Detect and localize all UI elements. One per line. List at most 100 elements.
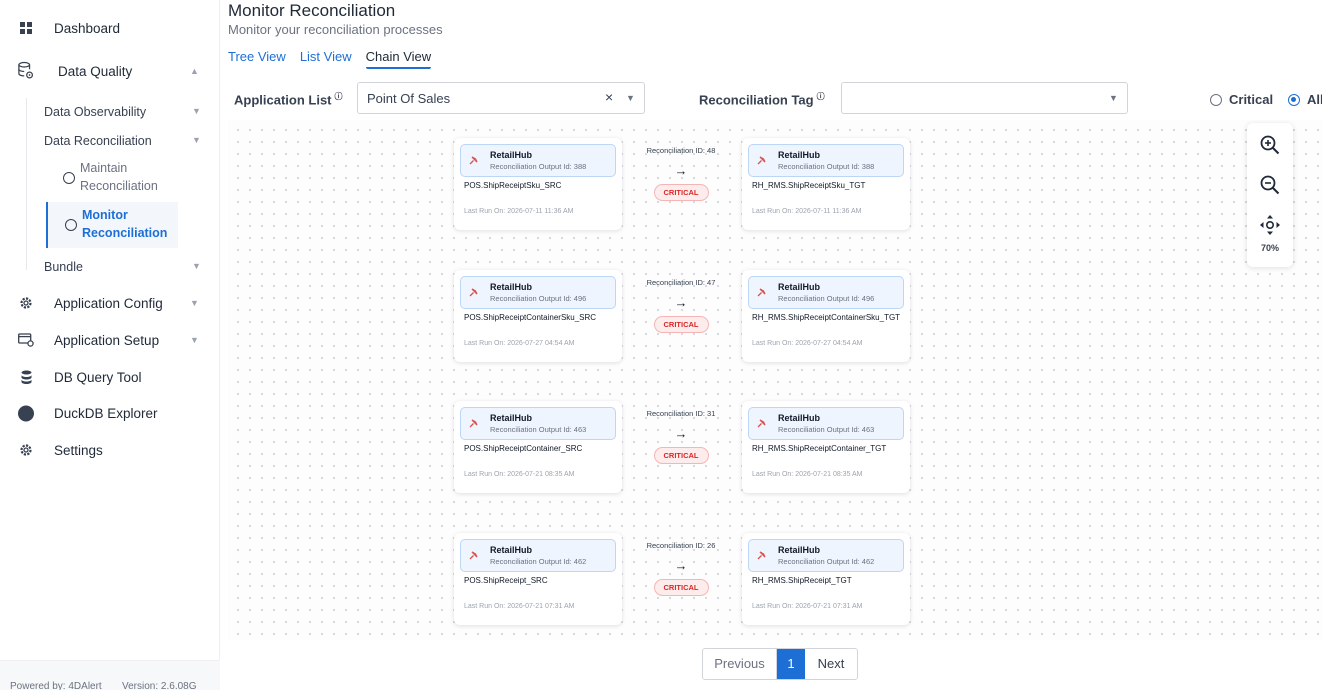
node-output-id: Reconciliation Output Id: 388: [778, 162, 875, 171]
sidebar-item-bundle[interactable]: Bundle ▼: [44, 260, 201, 274]
reconciliation-link: Reconciliation ID: 47 → CRITICAL: [621, 278, 741, 333]
powered-by: Powered by: 4DAlert: [10, 681, 102, 690]
sidebar-item-maintain-reconciliation[interactable]: Maintain Reconciliation: [46, 155, 178, 201]
node-app-name: RetailHub: [490, 413, 533, 423]
target-node-card[interactable]: RetailHub Reconciliation Output Id: 463 RH…: [742, 401, 910, 493]
sidebar-item-label: Monitor Reconciliation: [82, 208, 168, 240]
node-last-run: Last Run On: 2026-07-21 08:35 AM: [464, 471, 575, 478]
circle-icon: [65, 219, 77, 231]
gear-icon: [18, 295, 34, 311]
node-header: RetailHub Reconciliation Output Id: 463: [748, 407, 904, 440]
node-table-name: RH_RMS.ShipReceiptContainerSku_TGT: [752, 312, 901, 322]
node-table-name: POS.ShipReceiptContainer_SRC: [464, 444, 583, 453]
node-app-name: RetailHub: [490, 281, 533, 292]
arrow-right-icon: →: [674, 557, 688, 573]
node-app-name: RetailHub: [778, 413, 821, 423]
reconciliation-tag-select[interactable]: ▼: [841, 82, 1128, 114]
sidebar-item-data-reconciliation[interactable]: Data Reconciliation ▼: [44, 134, 201, 148]
application-list-select[interactable]: Point Of Sales × ▼: [357, 82, 645, 114]
chevron-down-icon: ▼: [190, 335, 199, 345]
tab-list-view[interactable]: List View: [300, 49, 352, 69]
radio-circle: [1210, 93, 1222, 106]
node-header: RetailHub Reconciliation Output Id: 496: [460, 275, 616, 309]
radio-critical[interactable]: Critical: [1210, 92, 1273, 107]
node-app-name: RetailHub: [778, 281, 821, 292]
pin-icon: [469, 418, 479, 431]
arrow-right-icon: →: [674, 163, 688, 178]
radio-all[interactable]: All: [1288, 92, 1322, 107]
page-title: Monitor Reconciliation: [228, 1, 396, 20]
zoom-in-icon[interactable]: [1259, 134, 1281, 156]
circle-icon: [63, 172, 75, 184]
previous-page-button[interactable]: Previous: [703, 649, 777, 679]
node-last-run: Last Run On: 2026-07-27 04:54 AM: [464, 339, 575, 347]
clear-icon[interactable]: ×: [605, 89, 613, 105]
status-badge[interactable]: CRITICAL: [653, 578, 709, 596]
sidebar-item-monitor-reconciliation[interactable]: Monitor Reconciliation: [46, 202, 178, 248]
sidebar-item-label: Bundle: [44, 260, 83, 274]
tab-chain-view[interactable]: Chain View: [365, 49, 432, 69]
sidebar-item-data-observability[interactable]: Data Observability ▼: [44, 105, 201, 119]
node-output-id: Reconciliation Output Id: 388: [490, 162, 587, 171]
pagination: Previous 1 Next: [702, 648, 858, 680]
pin-icon: [757, 550, 767, 563]
sidebar-item-application-config[interactable]: Application Config ▼: [0, 295, 220, 311]
sidebar-item-duckdb-explorer[interactable]: DuckDB Explorer: [0, 405, 220, 421]
node-output-id: Reconciliation Output Id: 496: [778, 293, 875, 303]
arrow-right-icon: →: [674, 294, 688, 310]
page-number-button[interactable]: 1: [777, 649, 805, 679]
reconciliation-link: Reconciliation ID: 48 → CRITICAL: [621, 146, 741, 201]
node-table-name: POS.ShipReceipt_SRC: [464, 575, 548, 585]
pin-icon: [469, 287, 479, 300]
sidebar-item-settings[interactable]: Settings: [0, 442, 220, 458]
source-node-card[interactable]: RetailHub Reconciliation Output Id: 496 PO…: [454, 269, 622, 362]
database-icon: [18, 369, 34, 385]
sidebar-item-application-setup[interactable]: Application Setup ▼: [0, 332, 220, 348]
fit-view-icon[interactable]: [1259, 214, 1281, 236]
sidebar-item-label: Data Observability: [44, 105, 147, 119]
sidebar-item-label: Data Reconciliation: [44, 134, 152, 148]
application-list-label-text: Application List: [234, 92, 332, 108]
node-last-run: Last Run On: 2026-07-21 08:35 AM: [752, 471, 863, 478]
node-output-id: Reconciliation Output Id: 463: [778, 425, 875, 434]
target-node-card[interactable]: RetailHub Reconciliation Output Id: 388 RH…: [742, 138, 910, 230]
zoom-out-icon[interactable]: [1259, 174, 1281, 196]
view-tabs: Tree View List View Chain View: [228, 49, 445, 69]
source-node-card[interactable]: RetailHub Reconciliation Output Id: 462 PO…: [454, 532, 622, 625]
gear-icon: [18, 442, 34, 458]
node-app-name: RetailHub: [778, 544, 821, 555]
application-list-value: Point Of Sales: [367, 91, 451, 106]
version: Version: 2.6.08G: [122, 681, 197, 690]
sidebar-item-db-query-tool[interactable]: DB Query Tool: [0, 369, 220, 385]
chain-canvas[interactable]: RetailHub Reconciliation Output Id: 388 PO…: [228, 120, 1322, 640]
source-node-card[interactable]: RetailHub Reconciliation Output Id: 463 PO…: [454, 401, 622, 493]
tree-line: [26, 98, 27, 270]
tab-tree-view[interactable]: Tree View: [228, 49, 286, 69]
node-header: RetailHub Reconciliation Output Id: 462: [748, 538, 904, 572]
sidebar-item-label: Data Quality: [58, 63, 133, 79]
status-badge[interactable]: CRITICAL: [653, 184, 709, 201]
status-badge[interactable]: CRITICAL: [653, 315, 709, 333]
window-gear-icon: [18, 332, 34, 348]
sidebar-item-data-quality[interactable]: Data Quality ▲: [0, 61, 220, 80]
duck-circle-icon: [18, 405, 34, 421]
chevron-down-icon: ▼: [1109, 93, 1118, 103]
reconciliation-id: Reconciliation ID: 47: [646, 277, 716, 287]
node-table-name: RH_RMS.ShipReceiptSku_TGT: [752, 181, 866, 190]
status-badge[interactable]: CRITICAL: [653, 447, 709, 464]
source-node-card[interactable]: RetailHub Reconciliation Output Id: 388 PO…: [454, 138, 622, 230]
node-header: RetailHub Reconciliation Output Id: 388: [748, 144, 904, 177]
target-node-card[interactable]: RetailHub Reconciliation Output Id: 496 RH…: [742, 269, 910, 362]
sidebar-item-dashboard[interactable]: Dashboard: [0, 20, 220, 36]
next-page-button[interactable]: Next: [805, 649, 857, 679]
sidebar-item-label: DuckDB Explorer: [54, 405, 158, 421]
sidebar-item-label: DB Query Tool: [54, 369, 142, 385]
node-header: RetailHub Reconciliation Output Id: 496: [748, 275, 904, 309]
sidebar-item-label: Settings: [54, 442, 103, 458]
node-app-name: RetailHub: [778, 150, 821, 160]
reconciliation-link: Reconciliation ID: 26 → CRITICAL: [621, 541, 741, 596]
target-node-card[interactable]: RetailHub Reconciliation Output Id: 462 RH…: [742, 532, 910, 625]
node-last-run: Last Run On: 2026-07-21 07:31 AM: [464, 602, 575, 610]
chevron-down-icon: ▼: [192, 261, 201, 271]
sidebar-item-label: Application Config: [54, 295, 163, 311]
